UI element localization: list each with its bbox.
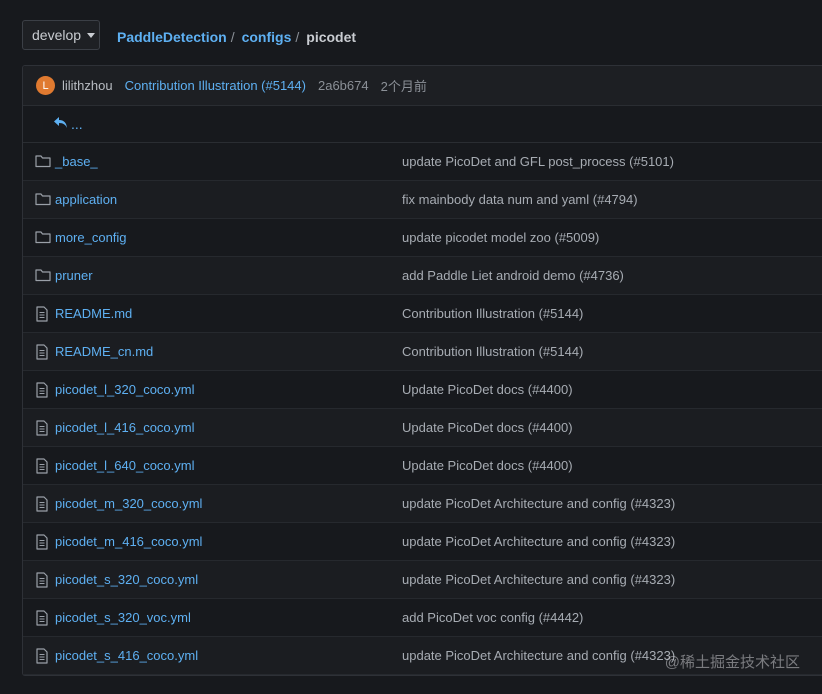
file-commit-message-link[interactable]: update PicoDet Architecture and config (…: [402, 648, 675, 663]
file-icon: [35, 420, 51, 436]
reply-arrow-icon: [54, 116, 71, 132]
file-commit-message-link[interactable]: Update PicoDet docs (#4400): [402, 458, 573, 473]
folder-icon: [35, 230, 51, 246]
parent-directory-link[interactable]: ...: [54, 116, 83, 132]
file-icon: [35, 306, 51, 322]
watermark: @稀土掘金技术社区: [664, 654, 800, 671]
file-commit-message-link[interactable]: update picodet model zoo (#5009): [402, 230, 599, 245]
breadcrumb-current: picodet: [306, 29, 357, 45]
file-row[interactable]: picodet_m_320_coco.yml update PicoDet Arc…: [23, 485, 822, 523]
file-row[interactable]: picodet_l_320_coco.yml Update PicoDet doc…: [23, 371, 822, 409]
file-row[interactable]: picodet_l_640_coco.yml Update PicoDet doc…: [23, 447, 822, 485]
folder-name-link[interactable]: application: [55, 192, 117, 207]
file-row[interactable]: more_config update picodet model zoo (#50…: [23, 219, 822, 257]
file-name-link[interactable]: picodet_m_320_coco.yml: [55, 496, 202, 511]
file-name-link[interactable]: picodet_l_416_coco.yml: [55, 420, 194, 435]
parent-directory-label: ...: [71, 116, 83, 132]
file-commit-message-link[interactable]: add Paddle Liet android demo (#4736): [402, 268, 624, 283]
folder-name-link[interactable]: _base_: [55, 154, 98, 169]
repo-browser-page: develop PaddleDetection / configs / pico…: [0, 0, 822, 694]
commit-author[interactable]: lilithzhou: [62, 78, 113, 93]
file-row[interactable]: application fix mainbody data num and yam…: [23, 181, 822, 219]
file-row[interactable]: pruner add Paddle Liet android demo (#473…: [23, 257, 822, 295]
file-row[interactable]: picodet_m_416_coco.yml update PicoDet Arc…: [23, 523, 822, 561]
file-icon: [35, 382, 51, 398]
file-commit-message-link[interactable]: update PicoDet Architecture and config (…: [402, 572, 675, 587]
folder-name-link[interactable]: more_config: [55, 230, 127, 245]
file-icon: [35, 648, 51, 664]
breadcrumb: PaddleDetection / configs / picodet: [117, 29, 356, 45]
file-commit-message-link[interactable]: Update PicoDet docs (#4400): [402, 420, 573, 435]
file-name-link[interactable]: picodet_s_320_coco.yml: [55, 572, 198, 587]
file-commit-message-link[interactable]: update PicoDet Architecture and config (…: [402, 496, 675, 511]
branch-label: develop: [32, 27, 82, 43]
file-name-link[interactable]: picodet_m_416_coco.yml: [55, 534, 202, 549]
file-name-link[interactable]: README_cn.md: [55, 344, 153, 359]
commit-sha[interactable]: 2a6b674: [318, 78, 369, 93]
file-commit-message-link[interactable]: update PicoDet Architecture and config (…: [402, 534, 675, 549]
file-row[interactable]: README.md Contribution Illustration (#514…: [23, 295, 822, 333]
file-row[interactable]: picodet_s_320_voc.yml add PicoDet voc con…: [23, 599, 822, 637]
folder-icon: [35, 192, 51, 208]
parent-directory-row[interactable]: ...: [23, 106, 822, 143]
file-row[interactable]: picodet_l_416_coco.yml Update PicoDet doc…: [23, 409, 822, 447]
file-icon: [35, 610, 51, 626]
file-commit-message-link[interactable]: Update PicoDet docs (#4400): [402, 382, 573, 397]
file-icon: [35, 344, 51, 360]
file-row[interactable]: README_cn.md Contribution Illustration (#…: [23, 333, 822, 371]
file-name-link[interactable]: picodet_s_416_coco.yml: [55, 648, 198, 663]
file-icon: [35, 534, 51, 550]
branch-select-button[interactable]: develop: [22, 20, 100, 50]
file-name-link[interactable]: picodet_l_640_coco.yml: [55, 458, 194, 473]
file-list: L lilithzhou Contribution Illustration (…: [22, 65, 822, 676]
breadcrumb-link-configs[interactable]: configs: [242, 29, 292, 45]
file-commit-message-link[interactable]: Contribution Illustration (#5144): [402, 306, 583, 321]
folder-name-link[interactable]: pruner: [55, 268, 93, 283]
folder-icon: [35, 154, 51, 170]
file-name-link[interactable]: picodet_s_320_voc.yml: [55, 610, 191, 625]
file-commit-message-link[interactable]: update PicoDet and GFL post_process (#51…: [402, 154, 674, 169]
file-commit-message-link[interactable]: fix mainbody data num and yaml (#4794): [402, 192, 638, 207]
commit-age: 2个月前: [380, 79, 427, 94]
file-icon: [35, 496, 51, 512]
breadcrumb-separator: /: [295, 29, 300, 45]
breadcrumb-separator: /: [230, 29, 235, 45]
file-name-link[interactable]: README.md: [55, 306, 132, 321]
latest-commit-bar: L lilithzhou Contribution Illustration (…: [23, 66, 822, 106]
file-row[interactable]: _base_ update PicoDet and GFL post_proces…: [23, 143, 822, 181]
file-icon: [35, 458, 51, 474]
folder-icon: [35, 268, 51, 284]
caret-down-icon: [87, 33, 96, 38]
file-rows: _base_ update PicoDet and GFL post_proces…: [23, 143, 822, 675]
file-name-link[interactable]: picodet_l_320_coco.yml: [55, 382, 194, 397]
file-commit-message-link[interactable]: Contribution Illustration (#5144): [402, 344, 583, 359]
commit-message-link[interactable]: Contribution Illustration (#5144): [125, 78, 306, 93]
file-icon: [35, 572, 51, 588]
file-row[interactable]: picodet_s_320_coco.yml update PicoDet Arc…: [23, 561, 822, 599]
file-commit-message-link[interactable]: add PicoDet voc config (#4442): [402, 610, 583, 625]
breadcrumb-link-repo[interactable]: PaddleDetection: [117, 29, 227, 45]
avatar[interactable]: L: [36, 76, 55, 95]
